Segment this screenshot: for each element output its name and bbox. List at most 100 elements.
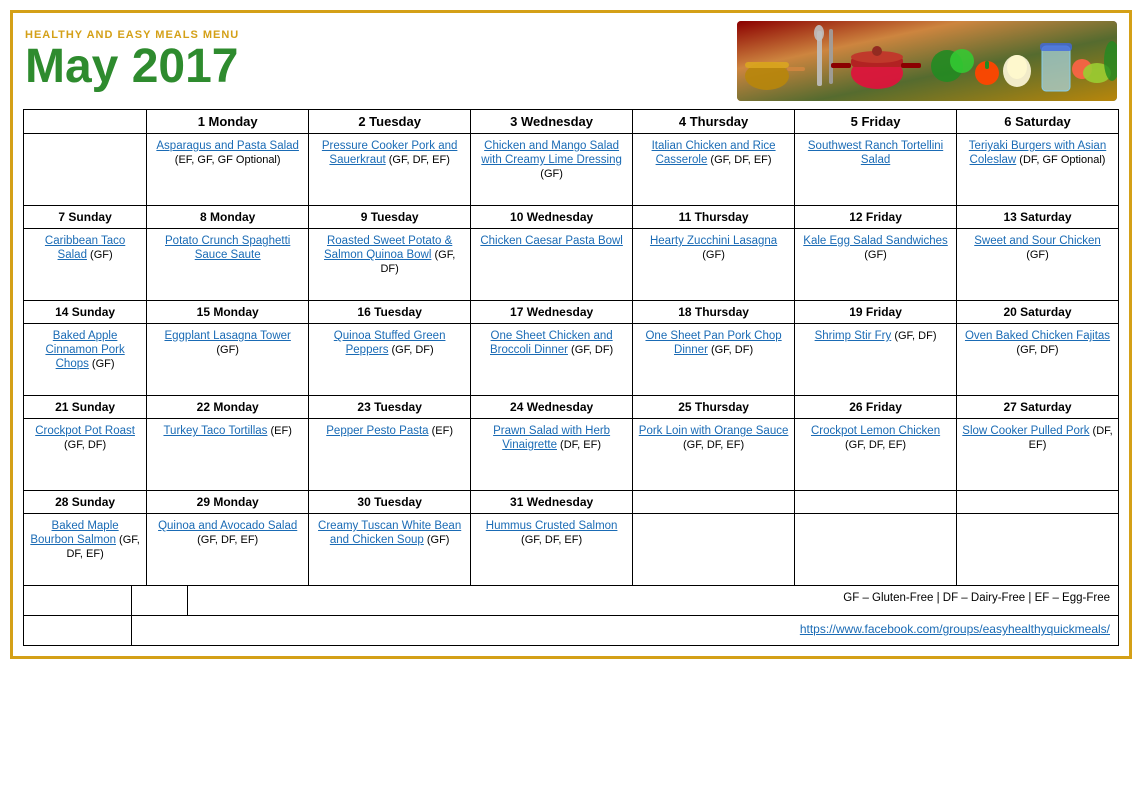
meal-cell-w0c2: Pressure Cooker Pork and Sauerkraut (GF,… <box>309 134 471 206</box>
meal-link-w1c5[interactable]: Kale Egg Salad Sandwiches <box>803 235 948 247</box>
day-header-cell-2-0: 14 Sunday <box>24 301 147 324</box>
meal-cell-w2c2: Quinoa Stuffed Green Peppers (GF, DF) <box>309 324 471 396</box>
meal-tags-w2c2: (GF, DF) <box>388 344 433 356</box>
meal-cell-w0c1: Asparagus and Pasta Salad (EF, GF, GF Op… <box>147 134 309 206</box>
meal-link-w4c0[interactable]: Baked Maple Bourbon Salmon <box>30 520 118 546</box>
day-header-cell-3-0: 21 Sunday <box>24 396 147 419</box>
meal-link-w3c6[interactable]: Slow Cooker Pulled Pork <box>962 425 1089 437</box>
meal-cell-w1c5: Kale Egg Salad Sandwiches (GF) <box>795 229 957 301</box>
meal-cell-w4c3: Hummus Crusted Salmon (GF, DF, EF) <box>471 514 633 586</box>
meal-tags-w1c0: (GF) <box>87 249 113 261</box>
empty-header <box>24 110 147 134</box>
meal-link-w1c3[interactable]: Chicken Caesar Pasta Bowl <box>480 235 623 247</box>
meal-link-w4c3[interactable]: Hummus Crusted Salmon <box>486 520 618 532</box>
meal-tags-w3c0: (GF, DF) <box>64 439 106 451</box>
day-header-cell-4-5 <box>795 491 957 514</box>
footer-empty-1 <box>24 586 132 616</box>
meal-cell-w0c6: Teriyaki Burgers with Asian Coleslaw (DF… <box>957 134 1119 206</box>
meal-link-w0c5[interactable]: Southwest Ranch Tortellini Salad <box>808 140 943 166</box>
meal-cell-w3c4: Pork Loin with Orange Sauce (GF, DF, EF) <box>633 419 795 491</box>
meal-link-w1c0[interactable]: Caribbean Taco Salad <box>45 235 125 261</box>
meal-cell-w2c0: Baked Apple Cinnamon Pork Chops (GF) <box>24 324 147 396</box>
day-header-cell-1-4: 11 Thursday <box>633 206 795 229</box>
meal-cell-w1c4: Hearty Zucchini Lasagna (GF) <box>633 229 795 301</box>
day-header-cell-2-6: 20 Saturday <box>957 301 1119 324</box>
meal-tags-w0c6: (DF, GF Optional) <box>1016 154 1105 166</box>
page-container: Healthy and Easy Meals Menu May 2017 <box>10 10 1132 659</box>
meal-link-w1c6[interactable]: Sweet and Sour Chicken <box>974 235 1101 247</box>
day-header-cell-4-1: 29 Monday <box>147 491 309 514</box>
meal-tags-w2c5: (GF, DF) <box>891 330 936 342</box>
header-image <box>737 21 1117 101</box>
meal-link-w2c6[interactable]: Oven Baked Chicken Fajitas <box>965 330 1110 342</box>
meal-tags-w2c0: (GF) <box>89 358 115 370</box>
page-title: May 2017 <box>25 41 737 94</box>
meal-tags-w0c1: (EF, GF, GF Optional) <box>175 154 281 166</box>
meal-link-w3c1[interactable]: Turkey Taco Tortillas <box>163 425 267 437</box>
meal-link-w0c1[interactable]: Asparagus and Pasta Salad <box>156 140 299 152</box>
calendar-wrapper: 1 Monday 2 Tuesday 3 Wednesday 4 Thursda… <box>13 109 1129 656</box>
meal-cell-w0c3: Chicken and Mango Salad with Creamy Lime… <box>471 134 633 206</box>
meal-cell-w0c5: Southwest Ranch Tortellini Salad <box>795 134 957 206</box>
meal-tags-w2c4: (GF, DF) <box>708 344 753 356</box>
meal-tags-w4c3: (GF, DF, EF) <box>521 534 582 546</box>
header-text: Healthy and Easy Meals Menu May 2017 <box>25 29 737 94</box>
meal-cell-w3c1: Turkey Taco Tortillas (EF) <box>147 419 309 491</box>
day-header-cell-1-5: 12 Friday <box>795 206 957 229</box>
footer-empty-2 <box>132 586 188 616</box>
calendar-body: Asparagus and Pasta Salad (EF, GF, GF Op… <box>24 134 1119 586</box>
meal-tags-w0c2: (GF, DF, EF) <box>386 154 450 166</box>
meal-cell-w4c5 <box>795 514 957 586</box>
day-header-cell-2-1: 15 Monday <box>147 301 309 324</box>
meal-row-1: Caribbean Taco Salad (GF) Potato Crunch S… <box>24 229 1119 301</box>
meal-link-w2c5[interactable]: Shrimp Stir Fry <box>815 330 892 342</box>
meal-link-w3c0[interactable]: Crockpot Pot Roast <box>35 425 135 437</box>
day-header-cell-1-1: 8 Monday <box>147 206 309 229</box>
day-header-row-2: 14 Sunday15 Monday16 Tuesday17 Wednesday… <box>24 301 1119 324</box>
day-header-cell-2-3: 17 Wednesday <box>471 301 633 324</box>
meal-link-w4c1[interactable]: Quinoa and Avocado Salad <box>158 520 297 532</box>
meal-tags-w4c1: (GF, DF, EF) <box>197 534 258 546</box>
meal-tags-w1c4: (GF) <box>702 249 725 261</box>
footer-table: GF – Gluten-Free | DF – Dairy-Free | EF … <box>23 585 1119 646</box>
meal-cell-w1c1: Potato Crunch Spaghetti Sauce Saute <box>147 229 309 301</box>
meal-link-w3c5[interactable]: Crockpot Lemon Chicken <box>811 425 940 437</box>
meal-cell-w3c2: Pepper Pesto Pasta (EF) <box>309 419 471 491</box>
day-header-cell-1-2: 9 Tuesday <box>309 206 471 229</box>
kitchen-illustration <box>737 21 1117 101</box>
meal-cell-w3c5: Crockpot Lemon Chicken (GF, DF, EF) <box>795 419 957 491</box>
footer-url-cell: https://www.facebook.com/groups/easyheal… <box>132 616 1119 646</box>
day-header-cell-1-6: 13 Saturday <box>957 206 1119 229</box>
meal-link-w3c2[interactable]: Pepper Pesto Pasta <box>326 425 428 437</box>
footer-legend: GF – Gluten-Free | DF – Dairy-Free | EF … <box>187 586 1118 616</box>
meal-cell-w0c4: Italian Chicken and Rice Casserole (GF, … <box>633 134 795 206</box>
meal-cell-w0c0 <box>24 134 147 206</box>
meal-cell-w4c1: Quinoa and Avocado Salad (GF, DF, EF) <box>147 514 309 586</box>
meal-cell-w2c5: Shrimp Stir Fry (GF, DF) <box>795 324 957 396</box>
header-section: Healthy and Easy Meals Menu May 2017 <box>13 13 1129 109</box>
col-header-saturday: 6 Saturday <box>957 110 1119 134</box>
meal-cell-w1c2: Roasted Sweet Potato & Salmon Quinoa Bow… <box>309 229 471 301</box>
meal-link-w0c3[interactable]: Chicken and Mango Salad with Creamy Lime… <box>481 140 622 166</box>
day-header-cell-4-3: 31 Wednesday <box>471 491 633 514</box>
meal-link-w1c4[interactable]: Hearty Zucchini Lasagna <box>650 235 777 247</box>
meal-cell-w3c3: Prawn Salad with Herb Vinaigrette (DF, E… <box>471 419 633 491</box>
meal-link-w1c1[interactable]: Potato Crunch Spaghetti Sauce Saute <box>165 235 290 261</box>
col-header-wednesday: 3 Wednesday <box>471 110 633 134</box>
day-header-row-1: 7 Sunday8 Monday9 Tuesday10 Wednesday11 … <box>24 206 1119 229</box>
footer-empty-3 <box>24 616 132 646</box>
meal-tags-w3c1: (EF) <box>267 425 291 437</box>
meal-link-w2c1[interactable]: Eggplant Lasagna Tower <box>164 330 290 342</box>
day-header-cell-4-6 <box>957 491 1119 514</box>
day-header-cell-2-5: 19 Friday <box>795 301 957 324</box>
meal-cell-w1c6: Sweet and Sour Chicken (GF) <box>957 229 1119 301</box>
meal-tags-w0c3: (GF) <box>540 168 563 180</box>
meal-cell-w2c4: One Sheet Pan Pork Chop Dinner (GF, DF) <box>633 324 795 396</box>
day-header-cell-2-4: 18 Thursday <box>633 301 795 324</box>
meal-link-w3c4[interactable]: Pork Loin with Orange Sauce <box>639 425 789 437</box>
day-header-cell-3-4: 25 Thursday <box>633 396 795 419</box>
meal-cell-w2c6: Oven Baked Chicken Fajitas (GF, DF) <box>957 324 1119 396</box>
facebook-link[interactable]: https://www.facebook.com/groups/easyheal… <box>800 622 1110 636</box>
meal-tags-w0c4: (GF, DF, EF) <box>707 154 771 166</box>
meal-tags-w2c6: (GF, DF) <box>1016 344 1058 356</box>
